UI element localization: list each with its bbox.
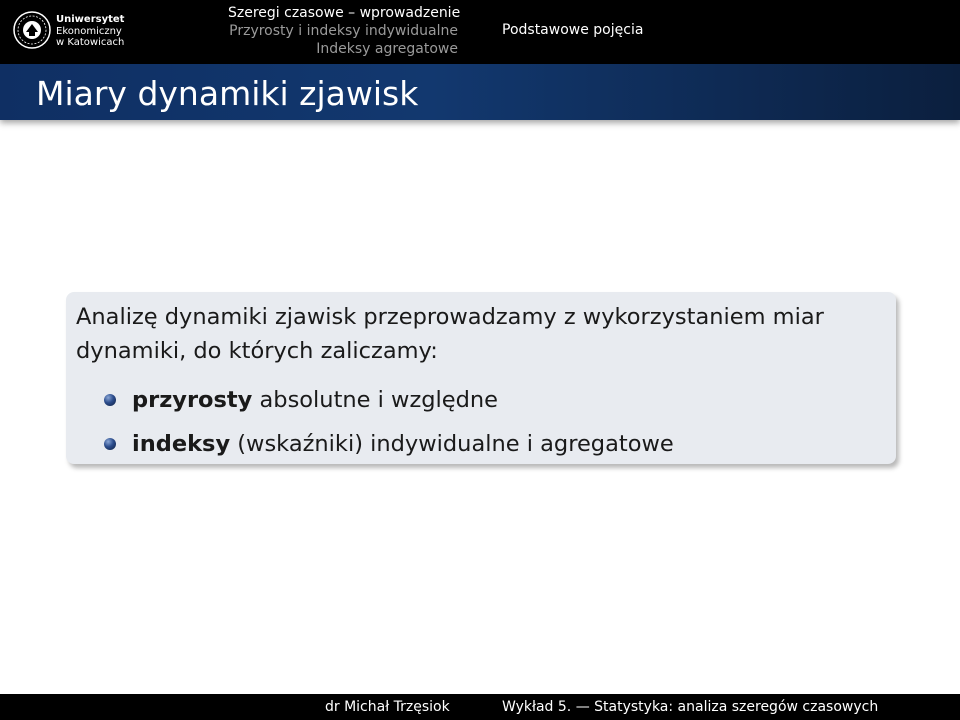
content-block: Analizę dynamiki zjawisk przeprowadzamy … [66,292,896,464]
item-description: absolutne i względne [252,387,499,413]
university-logo[interactable]: Uniwersytet Ekonomiczny w Katowicach [12,10,132,54]
top-navigation-bar: Uniwersytet Ekonomiczny w Katowicach Sze… [0,0,960,64]
footer-bar: dr Michał Trzęsiok Wykład 5. — Statystyk… [0,694,960,720]
nav-section-aggregate[interactable]: Indeksy agregatowe [228,40,458,58]
university-emblem-icon [13,11,51,49]
logo-line-2: Ekonomiczny [56,25,122,37]
nav-section-intro[interactable]: Szeregi czasowe – wprowadzenie [228,4,460,22]
item-term: przyrosty [132,387,253,413]
block-intro-text: Analizę dynamiki zjawisk przeprowadzamy … [76,304,824,364]
footer-author: dr Michał Trzęsiok [325,699,450,715]
footer-lecture-title: Wykład 5. — Statystyka: analiza szeregów… [502,699,879,715]
bullet-list: przyrosty absolutne i względne indeksy (… [104,378,674,466]
item-term: indeksy [132,431,231,457]
bullet-ball-icon [104,394,116,406]
item-description: (wskaźniki) indywidualne i agregatowe [230,431,674,457]
logo-line-3: w Katowicach [56,37,125,48]
nav-section-increments[interactable]: Przyrosty i indeksy indywidualne [228,22,458,40]
list-item: indeksy (wskaźniki) indywidualne i agreg… [104,422,674,466]
list-item: przyrosty absolutne i względne [104,378,674,422]
section-navigation: Szeregi czasowe – wprowadzenie Przyrosty… [228,4,460,58]
logo-line-1: Uniwersytet [56,14,125,25]
nav-subsection-basics[interactable]: Podstawowe pojęcia [502,22,643,38]
frame-title-bar: Miary dynamiki zjawisk [0,64,960,120]
bullet-ball-icon [104,438,116,450]
frame-title: Miary dynamiki zjawisk [36,74,419,113]
